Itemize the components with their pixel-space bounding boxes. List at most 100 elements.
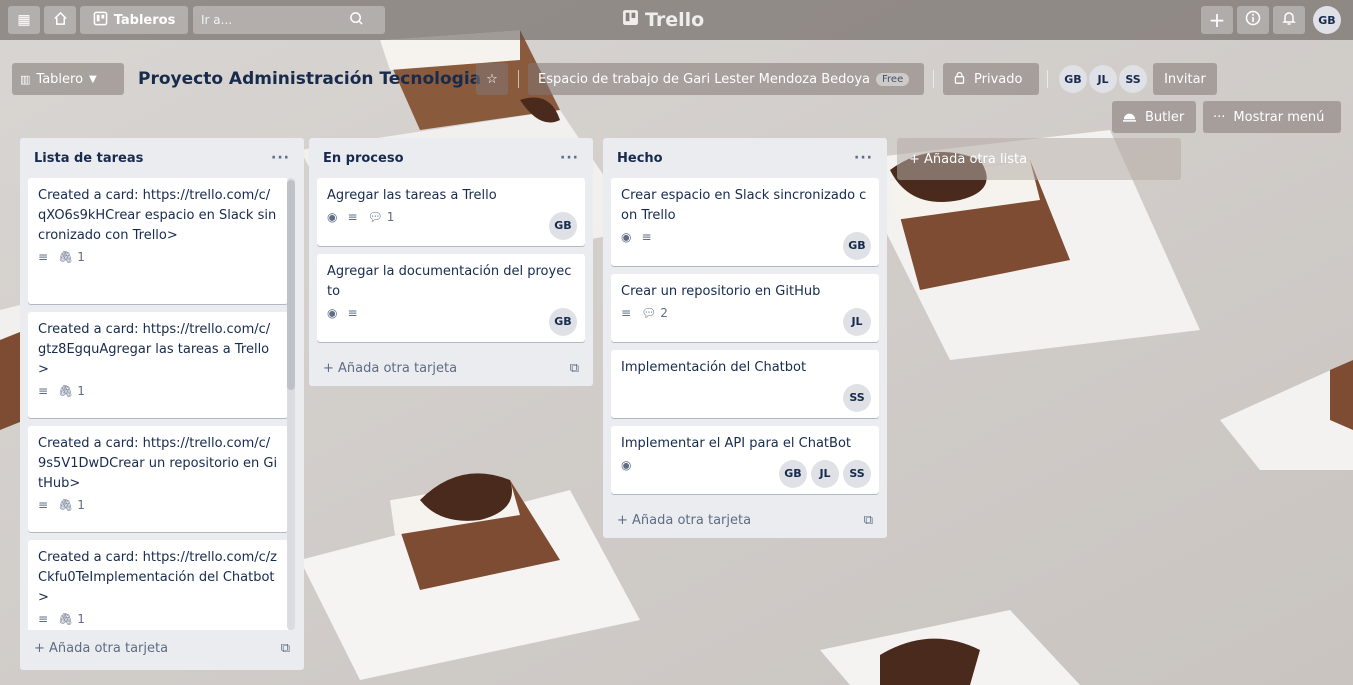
plus-icon: + — [617, 512, 633, 528]
attachment-count: 1 — [77, 384, 85, 398]
member-avatar[interactable]: JL — [843, 308, 871, 336]
visibility-button[interactable]: Privado — [943, 63, 1039, 95]
add-card-button[interactable]: + Añada otra tarjeta ⧉ — [603, 502, 887, 538]
card[interactable]: Created a card: https://trello.com/c/zCk… — [28, 540, 288, 630]
board-title[interactable]: Proyecto Administración Tecnologia — [130, 63, 489, 95]
star-icon: ☆ — [486, 71, 498, 87]
card[interactable]: Implementación del Chatbot SS — [611, 350, 879, 418]
user-avatar[interactable]: GB — [1313, 6, 1341, 34]
comment-badge: 💬︎ 1 — [368, 207, 395, 227]
board-icon — [93, 11, 108, 30]
paperclip-icon: 🖇︎ — [58, 612, 74, 626]
description-icon: ≡ — [38, 612, 49, 626]
comment-icon: 💬︎ — [641, 306, 657, 320]
card-badges: ≡ 🖇︎ 1 — [38, 246, 278, 268]
info-icon — [1245, 10, 1261, 30]
plus-icon: + — [1208, 8, 1226, 32]
list-scrollbar[interactable] — [287, 178, 295, 630]
comment-badge: 💬︎ 2 — [641, 303, 668, 323]
star-board-button[interactable]: ☆ — [476, 63, 508, 95]
attachment-badge: 🖇︎ 1 — [58, 495, 85, 515]
card[interactable]: Created a card: https://trello.com/c/gtz… — [28, 312, 288, 418]
member-avatar[interactable]: GB — [779, 460, 807, 488]
card-title: Implementar el API para el ChatBot — [621, 436, 851, 451]
card-title: Crear espacio en Slack sincronizado con … — [621, 188, 867, 223]
list-title[interactable]: Lista de tareas — [34, 151, 143, 166]
add-card-button[interactable]: + Añada otra tarjeta ⧉ — [309, 350, 593, 386]
description-icon: ≡ — [38, 498, 49, 512]
list-title[interactable]: Hecho — [617, 151, 663, 166]
card[interactable]: Agregar la documentación del proyecto ◉ … — [317, 254, 585, 342]
member-avatar[interactable]: JL — [811, 460, 839, 488]
card[interactable]: Crear espacio en Slack sincronizado con … — [611, 178, 879, 266]
card[interactable]: Created a card: https://trello.com/c/9s5… — [28, 426, 288, 532]
member-avatar[interactable]: SS — [843, 384, 871, 412]
member-avatar[interactable]: SS — [843, 460, 871, 488]
member-avatar[interactable]: GB — [549, 308, 577, 336]
comment-icon: 💬︎ — [367, 210, 383, 224]
card-members: SS — [843, 384, 871, 412]
card-template-icon[interactable]: ⧉ — [570, 361, 579, 376]
card-title: Implementación del Chatbot — [621, 360, 807, 375]
home-icon — [53, 11, 68, 30]
comment-count: 2 — [660, 306, 668, 320]
list-title[interactable]: En proceso — [323, 151, 404, 166]
card-template-icon[interactable]: ⧉ — [864, 513, 873, 528]
butler-button[interactable]: Butler — [1112, 101, 1196, 133]
description-icon: ≡ — [621, 306, 632, 320]
butler-label: Butler — [1145, 109, 1185, 125]
header-divider — [1047, 70, 1048, 88]
boards-button[interactable]: Tableros — [80, 6, 188, 34]
list-menu-button[interactable]: ··· — [271, 150, 290, 166]
user-menu[interactable]: GB — [1313, 6, 1341, 34]
card-template-icon[interactable]: ⧉ — [281, 641, 290, 656]
attachment-badge: 🖇︎ 1 — [58, 609, 85, 629]
show-menu-button[interactable]: ··· Mostrar menú — [1203, 101, 1341, 133]
member-avatar[interactable]: JL — [1089, 65, 1117, 93]
search-input[interactable] — [201, 13, 341, 27]
notifications-button[interactable] — [1273, 6, 1305, 34]
card[interactable]: Created a card: https://trello.com/c/qXO… — [28, 178, 288, 304]
description-icon: ≡ — [347, 306, 358, 320]
card-badges: ≡ 🖇︎ 1 — [38, 380, 278, 402]
board-view-label: Tablero — [36, 71, 84, 87]
paperclip-icon: 🖇︎ — [58, 250, 74, 264]
information-button[interactable] — [1237, 6, 1269, 34]
workspace-plan-badge: Free — [876, 72, 910, 86]
list-menu-button[interactable]: ··· — [560, 150, 579, 166]
comment-count: 1 — [386, 210, 395, 224]
card-title: Created a card: https://trello.com/c/gtz… — [38, 322, 271, 377]
search-icon[interactable] — [349, 11, 364, 30]
member-avatar[interactable]: SS — [1119, 65, 1147, 93]
list-menu-button[interactable]: ··· — [854, 150, 873, 166]
scrollbar-thumb[interactable] — [287, 180, 295, 390]
card[interactable]: Crear un repositorio en GitHub ≡ 💬︎ 2 JL — [611, 274, 879, 342]
card-badges: ≡ 🖇︎ 1 — [38, 494, 278, 516]
card[interactable]: Agregar las tareas a Trello ◉ ≡ 💬︎ 1 GB — [317, 178, 585, 246]
workspace-button[interactable]: Espacio de trabajo de Gari Lester Mendoz… — [528, 63, 924, 95]
home-button[interactable] — [44, 6, 76, 34]
card-members: GB — [843, 232, 871, 260]
app-switcher-button[interactable]: ▦ — [8, 6, 40, 34]
paperclip-icon: 🖇︎ — [58, 498, 74, 512]
invite-button[interactable]: Invitar — [1153, 63, 1217, 95]
card-badges: ≡ 🖇︎ 1 — [38, 608, 278, 630]
search-box[interactable] — [193, 6, 385, 34]
add-card-button[interactable]: + Añada otra tarjeta ⧉ — [20, 630, 304, 666]
plus-icon: + — [909, 151, 925, 167]
member-avatar[interactable]: GB — [843, 232, 871, 260]
member-avatar[interactable]: GB — [1059, 65, 1087, 93]
description-icon: ≡ — [641, 230, 652, 244]
board-view-switcher[interactable]: ▥ Tablero ▼ — [12, 63, 124, 95]
add-list-button[interactable]: + Añada otra lista — [897, 138, 1181, 180]
create-button[interactable]: + — [1201, 6, 1233, 34]
trello-logo[interactable]: Trello — [622, 6, 704, 34]
card-members: JL — [843, 308, 871, 336]
card[interactable]: Implementar el API para el ChatBot ◉ GB … — [611, 426, 879, 494]
member-avatar[interactable]: GB — [549, 212, 577, 240]
add-card-label: Añada otra tarjeta — [632, 512, 752, 528]
visibility-label: Privado — [974, 71, 1023, 87]
card-badges: ◉ ≡ 💬︎ 1 — [327, 206, 575, 228]
lock-icon — [953, 71, 966, 88]
add-card-label: Añada otra tarjeta — [49, 640, 169, 656]
